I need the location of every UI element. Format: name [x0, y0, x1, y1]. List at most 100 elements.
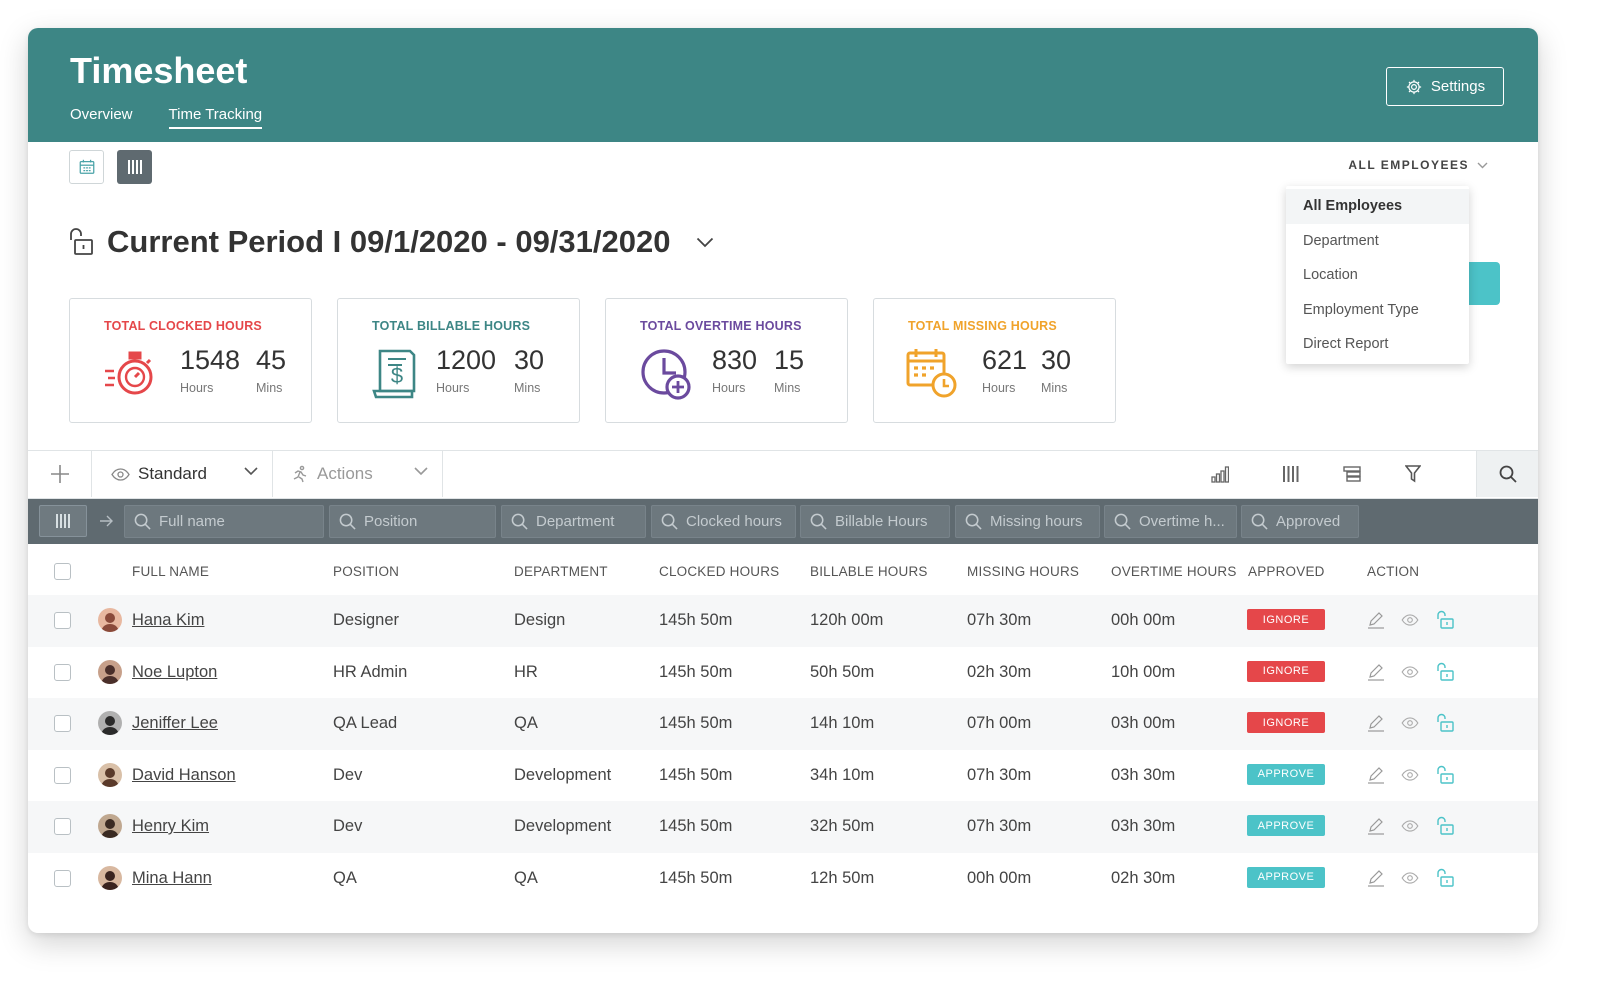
column-header-overtime-hours[interactable]: OVERTIME HOURS: [1111, 564, 1237, 579]
filter-placeholder: Billable Hours: [835, 513, 928, 530]
filter-full-name[interactable]: Full name: [124, 505, 324, 538]
employee-name-link[interactable]: David Hanson: [132, 766, 236, 784]
search-icon: [810, 513, 827, 530]
department-cell: HR: [514, 662, 538, 681]
column-header-missing-hours[interactable]: MISSING HOURS: [967, 564, 1079, 579]
edit-icon[interactable]: [1365, 764, 1387, 786]
settings-button[interactable]: Settings: [1386, 67, 1504, 106]
unlock-icon[interactable]: [1435, 764, 1457, 786]
menu-item-location[interactable]: Location: [1286, 258, 1469, 293]
column-header-department[interactable]: DEPARTMENT: [514, 564, 608, 579]
filter-department[interactable]: Department: [501, 505, 646, 538]
menu-item-employment-type[interactable]: Employment Type: [1286, 293, 1469, 328]
filter-approved[interactable]: Approved: [1241, 505, 1359, 538]
unlock-icon[interactable]: [1435, 712, 1457, 734]
view-icon[interactable]: [1399, 815, 1421, 837]
edit-icon[interactable]: [1365, 609, 1387, 631]
tab-time-tracking[interactable]: Time Tracking: [168, 106, 263, 129]
filter-billable-hours[interactable]: Billable Hours: [800, 505, 950, 538]
select-all-checkbox[interactable]: [54, 563, 71, 580]
employee-name-link[interactable]: Hana Kim: [132, 611, 204, 629]
search-icon: [965, 513, 982, 530]
view-icon[interactable]: [1399, 712, 1421, 734]
filter-overtime-hours[interactable]: Overtime h...: [1104, 505, 1237, 538]
employee-name-link[interactable]: Mina Hann: [132, 869, 212, 887]
approve-badge[interactable]: APPROVE: [1247, 815, 1325, 836]
row-checkbox[interactable]: [54, 869, 71, 887]
ignore-badge[interactable]: IGNORE: [1247, 660, 1325, 682]
search-button[interactable]: [1476, 451, 1538, 497]
filter-missing-hours[interactable]: Missing hours: [955, 505, 1100, 538]
stat-mins: 30: [1041, 345, 1072, 375]
edit-icon[interactable]: [1365, 815, 1387, 837]
stat-label: TOTAL OVERTIME HOURS: [640, 319, 802, 333]
unlock-icon[interactable]: [1435, 661, 1457, 683]
view-icon[interactable]: [1399, 867, 1421, 889]
row-checkbox[interactable]: [54, 818, 71, 835]
actions-select-label: Actions: [317, 464, 373, 483]
stat-hours-unit: Hours: [712, 381, 746, 395]
period-chevron-down-icon[interactable]: [696, 237, 714, 248]
view-icon[interactable]: [1399, 661, 1421, 683]
edit-icon[interactable]: [1365, 867, 1387, 889]
tab-overview[interactable]: Overview: [70, 106, 133, 129]
unlock-icon[interactable]: [1435, 815, 1457, 837]
billable-hours-cell: 50h 50m: [810, 662, 875, 681]
ignore-badge[interactable]: IGNORE: [1247, 712, 1325, 733]
overtime-hours-cell: 10h 00m: [1111, 662, 1176, 681]
arrow-right-icon: [100, 515, 113, 527]
missing-hours-cell: 07h 30m: [967, 765, 1032, 784]
search-icon: [511, 513, 528, 530]
search-icon: [1251, 513, 1268, 530]
employee-name-link[interactable]: Jeniffer Lee: [132, 714, 218, 732]
department-cell: Development: [514, 765, 612, 784]
approve-badge[interactable]: APPROVE: [1247, 763, 1325, 785]
employee-name-link[interactable]: Henry Kim: [132, 817, 209, 835]
column-header-approved[interactable]: APPROVED: [1248, 564, 1325, 579]
edit-icon[interactable]: [1365, 712, 1387, 734]
view-icon[interactable]: [1399, 609, 1421, 631]
stat-label: TOTAL MISSING HOURS: [908, 319, 1057, 333]
group-rows-button[interactable]: [1332, 451, 1372, 497]
filter-position[interactable]: Position: [329, 505, 496, 538]
table-row: Jeniffer Lee QA Lead QA 145h 50m 14h 10m 07h …: [28, 698, 1538, 750]
side-panel-tab[interactable]: [1468, 262, 1500, 305]
column-header-position[interactable]: POSITION: [333, 564, 399, 579]
filter-columns-button[interactable]: [39, 505, 87, 537]
menu-item-direct-report[interactable]: Direct Report: [1286, 327, 1469, 362]
approve-badge[interactable]: APPROVE: [1247, 866, 1325, 888]
ignore-badge[interactable]: IGNORE: [1247, 609, 1325, 630]
add-row-button[interactable]: [28, 451, 92, 497]
clocked-hours-cell: 145h 50m: [659, 662, 733, 681]
filter-button[interactable]: [1393, 451, 1433, 497]
view-icon[interactable]: [1399, 764, 1421, 786]
actions-select[interactable]: Actions: [273, 451, 443, 497]
filter-clocked-hours[interactable]: Clocked hours: [651, 505, 796, 538]
column-header-full-name[interactable]: FULL NAME: [132, 564, 209, 579]
running-person-icon: [293, 465, 307, 483]
missing-hours-cell: 07h 30m: [967, 611, 1032, 629]
row-checkbox[interactable]: [54, 612, 71, 629]
unlock-icon[interactable]: [1435, 867, 1457, 889]
employee-name-link[interactable]: Noe Lupton: [132, 663, 217, 681]
view-select-label: Standard: [138, 464, 207, 483]
edit-icon[interactable]: [1365, 661, 1387, 683]
filter-placeholder: Full name: [159, 513, 225, 530]
menu-item-all-employees[interactable]: All Employees: [1286, 189, 1469, 224]
chart-button[interactable]: [1200, 451, 1240, 497]
columns-view-button[interactable]: [117, 150, 152, 184]
column-header-clocked-hours[interactable]: CLOCKED HOURS: [659, 564, 779, 579]
view-select[interactable]: Standard: [93, 451, 273, 497]
columns-button[interactable]: [1271, 451, 1311, 497]
avatar: [98, 608, 122, 632]
row-checkbox[interactable]: [54, 663, 71, 681]
unlock-icon[interactable]: [1435, 609, 1457, 631]
calendar-view-button[interactable]: [69, 150, 104, 184]
row-checkbox[interactable]: [54, 766, 71, 784]
menu-item-department[interactable]: Department: [1286, 224, 1469, 259]
svg-text:$: $: [391, 363, 403, 388]
row-checkbox[interactable]: [54, 715, 71, 732]
column-header-billable-hours[interactable]: BILLABLE HOURS: [810, 564, 928, 579]
gear-icon: [1406, 79, 1422, 94]
employees-filter-dropdown[interactable]: ALL EMPLOYEES: [1348, 158, 1488, 172]
